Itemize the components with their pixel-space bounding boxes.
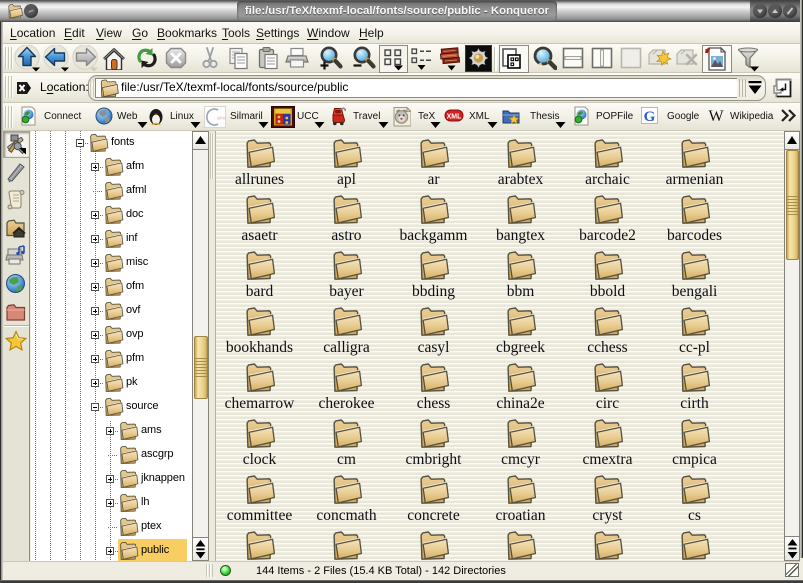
svg-text:silmaril: silmaril: [217, 116, 226, 121]
svg-text:G: G: [644, 109, 656, 125]
svg-text:W: W: [708, 108, 724, 125]
svg-text:XML: XML: [447, 114, 463, 121]
